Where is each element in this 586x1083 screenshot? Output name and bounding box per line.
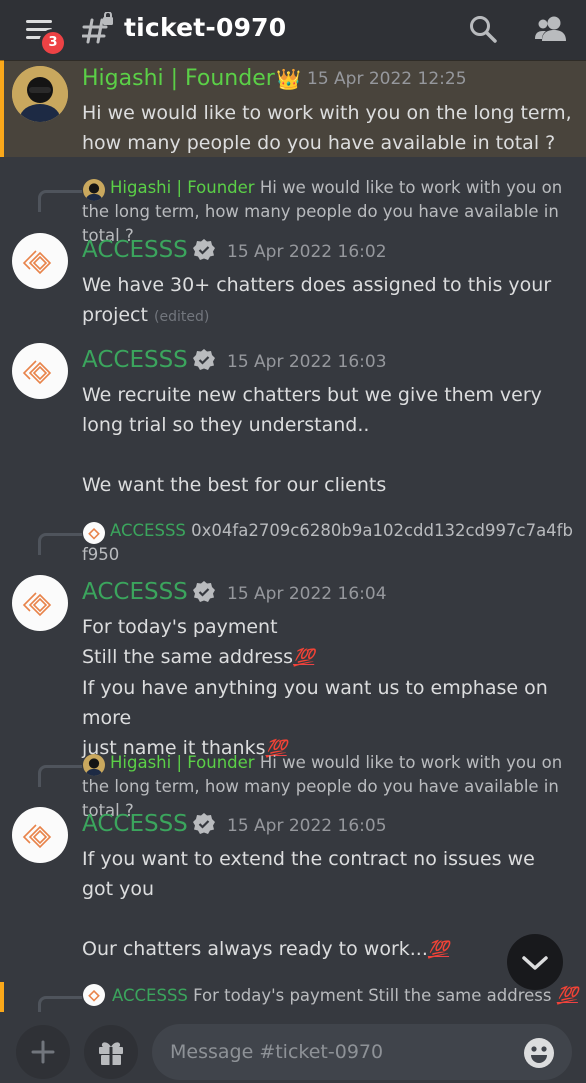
message-author[interactable]: ACCESSS [82, 810, 188, 838]
reply-content: For today's payment Still the same addre… [193, 986, 552, 1005]
reply-author: Higashi | Founder [110, 753, 255, 772]
access-logo-icon [22, 824, 52, 849]
message-item: ACCESSS 15 Apr 2022 16:03 We recruite ne… [0, 340, 586, 510]
jump-to-bottom-button[interactable] [507, 934, 563, 990]
verified-badge-icon [193, 349, 215, 370]
verified-badge-icon [193, 239, 215, 260]
message-author[interactable]: Higashi | Founder [82, 65, 275, 93]
access-logo-icon [88, 989, 100, 1002]
reply-author: ACCESSS [112, 986, 188, 1005]
message-timestamp: 15 Apr 2022 16:03 [227, 352, 387, 372]
message-line: Our chatters always ready to work...💯 [82, 938, 450, 960]
reply-author: Higashi | Founder [110, 178, 255, 197]
emoji-icon[interactable] [522, 1036, 556, 1070]
reply-avatar [83, 984, 105, 1006]
message-timestamp: 15 Apr 2022 16:04 [227, 584, 387, 604]
message-item: ACCESSS 15 Apr 2022 16:04 For today's pa… [0, 572, 586, 759]
attach-button[interactable] [16, 1025, 70, 1079]
message-item: ACCESSS 15 Apr 2022 16:05 If you want to… [0, 804, 586, 974]
edited-label: (edited) [154, 309, 210, 325]
message-input[interactable] [152, 1024, 572, 1080]
message-author[interactable]: ACCESSS [82, 236, 188, 264]
message-line: Still the same address💯 [82, 646, 315, 668]
channel-header: 3 ticket-0970 [0, 0, 586, 60]
message-item: Higashi | Founder 👑 15 Apr 2022 12:25 Hi… [0, 60, 586, 157]
message-author[interactable]: ACCESSS [82, 578, 188, 606]
message-text: For today's payment Still the same addre… [82, 612, 572, 764]
reply-spine [38, 996, 82, 1012]
reply-spine [38, 533, 82, 555]
gift-icon [99, 1042, 123, 1065]
avatar[interactable] [12, 233, 68, 289]
reply-text: ACCESSS 0x04fa2709c6280b9a102cdd132cd997… [82, 519, 576, 567]
crown-emoji: 👑 [276, 67, 301, 91]
message-timestamp: 15 Apr 2022 12:25 [307, 69, 467, 89]
message-line: If you have anything you want us to emph… [82, 677, 548, 729]
avatar[interactable] [12, 575, 68, 631]
message-text: If you want to extend the contract no is… [82, 844, 572, 965]
notification-badge: 3 [39, 29, 67, 57]
channel-title: ticket-0970 [124, 13, 287, 42]
message-timestamp: 15 Apr 2022 16:02 [227, 242, 387, 262]
members-icon[interactable] [534, 13, 568, 45]
plus-icon [31, 1040, 55, 1064]
message-author[interactable]: ACCESSS [82, 346, 188, 374]
avatar[interactable] [12, 343, 68, 399]
partial-reply-preview[interactable]: ACCESSS For today's payment Still the sa… [0, 982, 586, 1012]
reply-spine [38, 190, 82, 212]
message-content: We have 30+ chatters does assigned to th… [82, 274, 552, 326]
verified-badge-icon [193, 581, 215, 602]
verified-badge-icon [193, 813, 215, 834]
channel-hash-lock-icon [82, 12, 113, 44]
message-item: ACCESSS 15 Apr 2022 16:02 We have 30+ ch… [0, 230, 586, 340]
hundred-emoji: 💯 [293, 648, 315, 668]
reply-author: ACCESSS [110, 521, 186, 540]
access-logo-icon [22, 592, 52, 617]
chevron-down-icon [522, 956, 548, 970]
message-text: Hi we would like to work with you on the… [82, 102, 572, 154]
access-logo-icon [22, 360, 52, 385]
founder-avatar-icon [12, 66, 68, 122]
message-feed[interactable]: Higashi | Founder 👑 15 Apr 2022 12:25 Hi… [0, 60, 586, 1010]
gift-button[interactable] [84, 1025, 138, 1079]
message-line: If you want to extend the contract no is… [82, 848, 535, 900]
message-line: For today's payment [82, 616, 278, 638]
message-text: We recruite new chatters but we give the… [82, 384, 542, 496]
message-timestamp: 15 Apr 2022 16:05 [227, 816, 387, 836]
avatar[interactable] [12, 807, 68, 863]
reply-spine [38, 765, 82, 787]
search-icon[interactable] [468, 14, 498, 44]
message-text: We have 30+ chatters does assigned to th… [82, 270, 572, 332]
access-logo-icon [22, 250, 52, 275]
hundred-emoji: 💯 [427, 940, 450, 960]
avatar[interactable] [12, 66, 68, 122]
message-composer [0, 1012, 586, 1080]
